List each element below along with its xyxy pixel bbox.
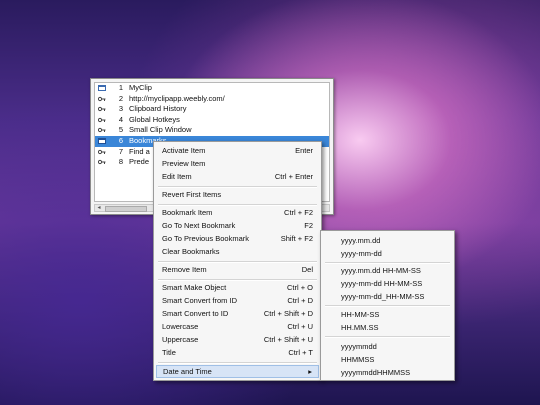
- scrollbar-thumb[interactable]: [105, 206, 147, 212]
- list-item[interactable]: 4 Global Hotkeys: [95, 115, 329, 126]
- menu-item-uppercase[interactable]: Uppercase Ctrl + Shift + U: [162, 334, 313, 346]
- menu-item-compact-format[interactable]: yyyymmddHHMMSS: [341, 367, 410, 378]
- key-icon: [97, 159, 106, 165]
- menu-label: Clear Bookmarks: [162, 247, 220, 256]
- menu-separator: [158, 362, 317, 364]
- menu-item-clear-bookmarks[interactable]: Clear Bookmarks: [162, 246, 313, 258]
- menu-shortcut: Ctrl + Shift + D: [263, 309, 313, 318]
- menu-item-compact-format[interactable]: HHMMSS: [341, 354, 374, 365]
- menu-shortcut: Ctrl + T: [288, 348, 313, 357]
- menu-item-prev-bookmark[interactable]: Go To Previous Bookmark Shift + F2: [162, 233, 313, 245]
- item-number: 3: [118, 104, 123, 114]
- menu-shortcut: Shift + F2: [280, 234, 313, 243]
- menu-label: Title: [162, 348, 176, 357]
- menu-shortcut: Ctrl + Shift + U: [263, 335, 313, 344]
- item-number: 1: [118, 83, 123, 92]
- menu-item-time-format[interactable]: HH.MM.SS: [341, 322, 379, 333]
- context-menu: Activate Item Enter Preview Item Edit It…: [153, 141, 322, 381]
- item-text: Find a: [129, 146, 150, 156]
- menu-label: Smart Make Object: [162, 283, 227, 292]
- list-item[interactable]: 2 http://myclipapp.weebly.com/: [95, 94, 329, 105]
- item-text: MyClip: [129, 83, 152, 92]
- menu-item-smart-convert-from-id[interactable]: Smart Convert from ID Ctrl + D: [162, 295, 313, 307]
- item-text: Prede: [129, 157, 150, 167]
- menu-label: Bookmark Item: [162, 208, 213, 217]
- item-text: Clipboard History: [129, 104, 187, 114]
- list-item[interactable]: 1 MyClip: [95, 83, 329, 94]
- list-item[interactable]: 5 Small Clip Window: [95, 125, 329, 136]
- menu-item-datetime-format[interactable]: yyyy.mm.dd HH-MM-SS: [341, 265, 421, 276]
- submenu-arrow-icon: ▸: [308, 367, 312, 376]
- menu-shortcut: Ctrl + U: [287, 322, 313, 331]
- item-number: 6: [118, 135, 123, 145]
- menu-label: Preview Item: [162, 159, 206, 168]
- menu-label: Uppercase: [162, 335, 199, 344]
- menu-separator: [158, 279, 317, 281]
- menu-item-date-and-time[interactable]: Date and Time ▸: [156, 365, 319, 378]
- menu-shortcut: Ctrl + O: [286, 283, 313, 292]
- menu-shortcut: F2: [304, 221, 313, 230]
- scroll-left-arrow-icon[interactable]: ◂: [95, 204, 103, 212]
- menu-item-title[interactable]: Title Ctrl + T: [162, 347, 313, 359]
- menu-label: Lowercase: [162, 322, 199, 331]
- item-number: 5: [118, 125, 123, 135]
- menu-item-next-bookmark[interactable]: Go To Next Bookmark F2: [162, 220, 313, 232]
- menu-item-edit[interactable]: Edit Item Ctrl + Enter: [162, 171, 313, 183]
- menu-label: Smart Convert from ID: [162, 296, 238, 305]
- menu-shortcut: Del: [301, 265, 313, 274]
- menu-label: Activate Item: [162, 146, 206, 155]
- menu-label: Remove Item: [162, 265, 207, 274]
- menu-item-remove[interactable]: Remove Item Del: [162, 264, 313, 276]
- menu-shortcut: Ctrl + D: [287, 296, 313, 305]
- menu-separator: [325, 262, 450, 264]
- clip-window-icon: [98, 137, 106, 144]
- menu-label: Date and Time: [163, 367, 212, 376]
- menu-label: Go To Previous Bookmark: [162, 234, 249, 243]
- menu-label: Edit Item: [162, 172, 192, 181]
- menu-label: Go To Next Bookmark: [162, 221, 236, 230]
- key-icon: [97, 106, 106, 112]
- menu-item-date-format[interactable]: yyyy.mm.dd: [341, 235, 380, 246]
- item-text: Global Hotkeys: [129, 114, 180, 124]
- list-item[interactable]: 3 Clipboard History: [95, 104, 329, 115]
- menu-item-compact-format[interactable]: yyyymmdd: [341, 341, 377, 352]
- menu-item-datetime-format[interactable]: yyyy-mm-dd_HH-MM-SS: [341, 291, 424, 302]
- date-time-submenu: yyyy.mm.dd yyyy-mm-dd yyyy.mm.dd HH-MM-S…: [320, 230, 455, 381]
- menu-item-lowercase[interactable]: Lowercase Ctrl + U: [162, 321, 313, 333]
- menu-item-date-format[interactable]: yyyy-mm-dd: [341, 248, 382, 259]
- menu-separator: [158, 186, 317, 188]
- item-text: Small Clip Window: [129, 125, 192, 135]
- item-number: 7: [118, 146, 123, 156]
- item-number: 8: [118, 157, 123, 167]
- menu-item-datetime-format[interactable]: yyyy-mm-dd HH-MM-SS: [341, 278, 422, 289]
- menu-separator: [158, 261, 317, 263]
- clip-window-icon: [98, 85, 106, 91]
- item-text: http://myclipapp.weebly.com/: [129, 93, 225, 103]
- key-icon: [97, 96, 106, 102]
- menu-item-smart-make-object[interactable]: Smart Make Object Ctrl + O: [162, 282, 313, 294]
- menu-item-revert[interactable]: Revert First Items: [162, 189, 313, 201]
- menu-label: Smart Convert to ID: [162, 309, 229, 318]
- menu-item-time-format[interactable]: HH-MM-SS: [341, 309, 379, 320]
- menu-item-smart-convert-to-id[interactable]: Smart Convert to ID Ctrl + Shift + D: [162, 308, 313, 320]
- menu-separator: [158, 204, 317, 206]
- item-number: 4: [118, 114, 123, 124]
- menu-item-activate[interactable]: Activate Item Enter: [162, 145, 313, 157]
- item-number: 2: [118, 93, 123, 103]
- key-icon: [97, 127, 106, 133]
- menu-shortcut: Enter: [295, 146, 313, 155]
- menu-separator: [325, 336, 450, 338]
- key-icon: [97, 149, 106, 155]
- menu-separator: [325, 305, 450, 307]
- menu-label: Revert First Items: [162, 190, 222, 199]
- key-icon: [97, 117, 106, 123]
- menu-item-bookmark[interactable]: Bookmark Item Ctrl + F2: [162, 207, 313, 219]
- menu-shortcut: Ctrl + F2: [284, 208, 313, 217]
- menu-shortcut: Ctrl + Enter: [274, 172, 313, 181]
- menu-item-preview[interactable]: Preview Item: [162, 158, 313, 170]
